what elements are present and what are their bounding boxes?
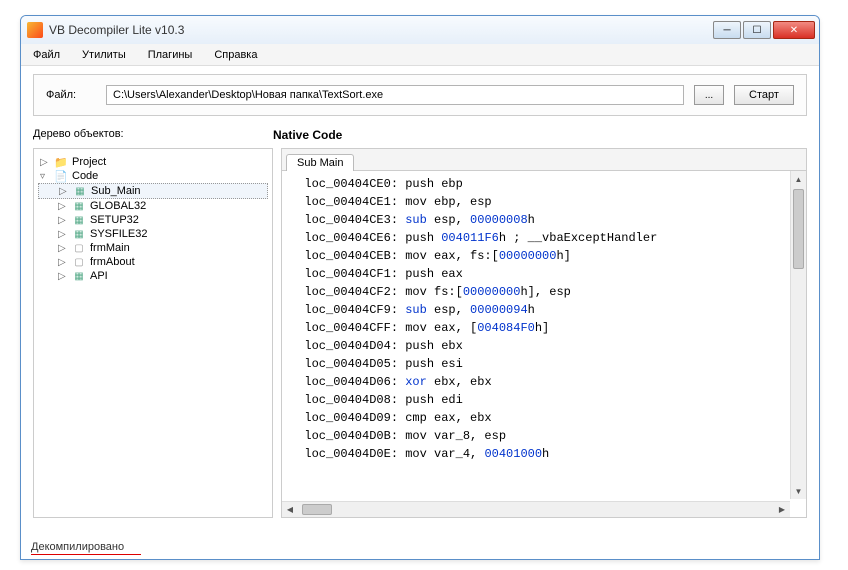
twisty-icon[interactable]: ▷ [40, 157, 50, 168]
tree-label: frmMain [90, 242, 130, 254]
menu-file[interactable]: Файл [29, 47, 64, 63]
twisty-icon[interactable]: ▷ [58, 229, 68, 240]
twisty-icon[interactable]: ▷ [58, 243, 68, 254]
minimize-button[interactable]: ─ [713, 21, 741, 39]
tree-node-sysfile32[interactable]: ▷ SYSFILE32 [38, 227, 268, 241]
tree-node-project[interactable]: ▷ Project [38, 155, 268, 169]
tree-label: SYSFILE32 [90, 228, 147, 240]
module-icon [73, 185, 87, 197]
twisty-icon[interactable]: ▷ [58, 215, 68, 226]
twisty-icon[interactable]: ▷ [58, 271, 68, 282]
tree-label: GLOBAL32 [90, 200, 146, 212]
file-path-input[interactable] [106, 85, 684, 105]
tree-node-api[interactable]: ▷ API [38, 269, 268, 283]
scroll-up-arrow-icon[interactable]: ▲ [791, 171, 806, 187]
scroll-left-arrow-icon[interactable]: ◀ [282, 502, 298, 517]
twisty-icon[interactable]: ▷ [58, 257, 68, 268]
module-icon [72, 200, 86, 212]
app-icon [27, 22, 43, 38]
vertical-scrollbar[interactable]: ▲ ▼ [790, 171, 806, 499]
module-icon [72, 228, 86, 240]
module-icon [72, 256, 86, 268]
tab-sub-main[interactable]: Sub Main [286, 154, 354, 171]
content-area: Файл: ... Старт Дерево объектов: Native … [21, 66, 819, 522]
object-tree[interactable]: ▷ Project ▿ Code ▷ Sub_Main ▷ GLOBAL32 ▷ SETU… [33, 148, 273, 518]
app-window: VB Decompiler Lite v10.3 ─ ☐ ✕ Файл Утил… [20, 15, 820, 560]
headers-row: Дерево объектов: Native Code [33, 128, 807, 142]
module-icon [72, 214, 86, 226]
browse-button[interactable]: ... [694, 85, 724, 105]
status-text: Декомпилировано [31, 541, 124, 553]
close-button[interactable]: ✕ [773, 21, 815, 39]
code-panel: Sub Main loc_00404CE0: push ebp loc_0040… [281, 148, 807, 518]
code-body: loc_00404CE0: push ebp loc_00404CE1: mov… [282, 171, 806, 517]
twisty-icon[interactable]: ▷ [58, 201, 68, 212]
scroll-right-arrow-icon[interactable]: ▶ [774, 502, 790, 517]
tree-label: Project [72, 156, 106, 168]
code-icon [54, 170, 68, 182]
tree-node-global32[interactable]: ▷ GLOBAL32 [38, 199, 268, 213]
horizontal-scrollbar[interactable]: ◀ ▶ [282, 501, 790, 517]
tree-node-frmmain[interactable]: ▷ frmMain [38, 241, 268, 255]
tree-label: API [90, 270, 108, 282]
scroll-thumb[interactable] [793, 189, 804, 269]
tree-label: SETUP32 [90, 214, 139, 226]
maximize-button[interactable]: ☐ [743, 21, 771, 39]
module-icon [72, 270, 86, 282]
start-button[interactable]: Старт [734, 85, 794, 105]
tree-label: frmAbout [90, 256, 135, 268]
window-title: VB Decompiler Lite v10.3 [49, 23, 713, 37]
scroll-down-arrow-icon[interactable]: ▼ [791, 483, 806, 499]
twisty-icon[interactable]: ▷ [59, 186, 69, 197]
tree-node-code[interactable]: ▿ Code [38, 169, 268, 183]
project-icon [54, 156, 68, 168]
file-label: Файл: [46, 89, 96, 101]
menu-help[interactable]: Справка [210, 47, 261, 63]
tree-node-setup32[interactable]: ▷ SETUP32 [38, 213, 268, 227]
titlebar: VB Decompiler Lite v10.3 ─ ☐ ✕ [21, 16, 819, 44]
scroll-thumb[interactable] [302, 504, 332, 515]
tab-strip: Sub Main [282, 149, 806, 171]
tree-label: Sub_Main [91, 185, 141, 197]
disassembly-text[interactable]: loc_00404CE0: push ebp loc_00404CE1: mov… [282, 171, 806, 517]
file-bar: Файл: ... Старт [33, 74, 807, 116]
menubar: Файл Утилиты Плагины Справка [21, 44, 819, 66]
tree-node-sub_main[interactable]: ▷ Sub_Main [38, 183, 268, 199]
main-split: ▷ Project ▿ Code ▷ Sub_Main ▷ GLOBAL32 ▷ SETU… [33, 148, 807, 518]
menu-plugins[interactable]: Плагины [144, 47, 197, 63]
tree-node-frmabout[interactable]: ▷ frmAbout [38, 255, 268, 269]
twisty-icon[interactable]: ▿ [40, 171, 50, 182]
code-header: Native Code [273, 128, 342, 142]
tree-header: Дерево объектов: [33, 128, 273, 142]
menu-utils[interactable]: Утилиты [78, 47, 130, 63]
module-icon [72, 242, 86, 254]
tree-label: Code [72, 170, 98, 182]
window-buttons: ─ ☐ ✕ [713, 21, 815, 39]
